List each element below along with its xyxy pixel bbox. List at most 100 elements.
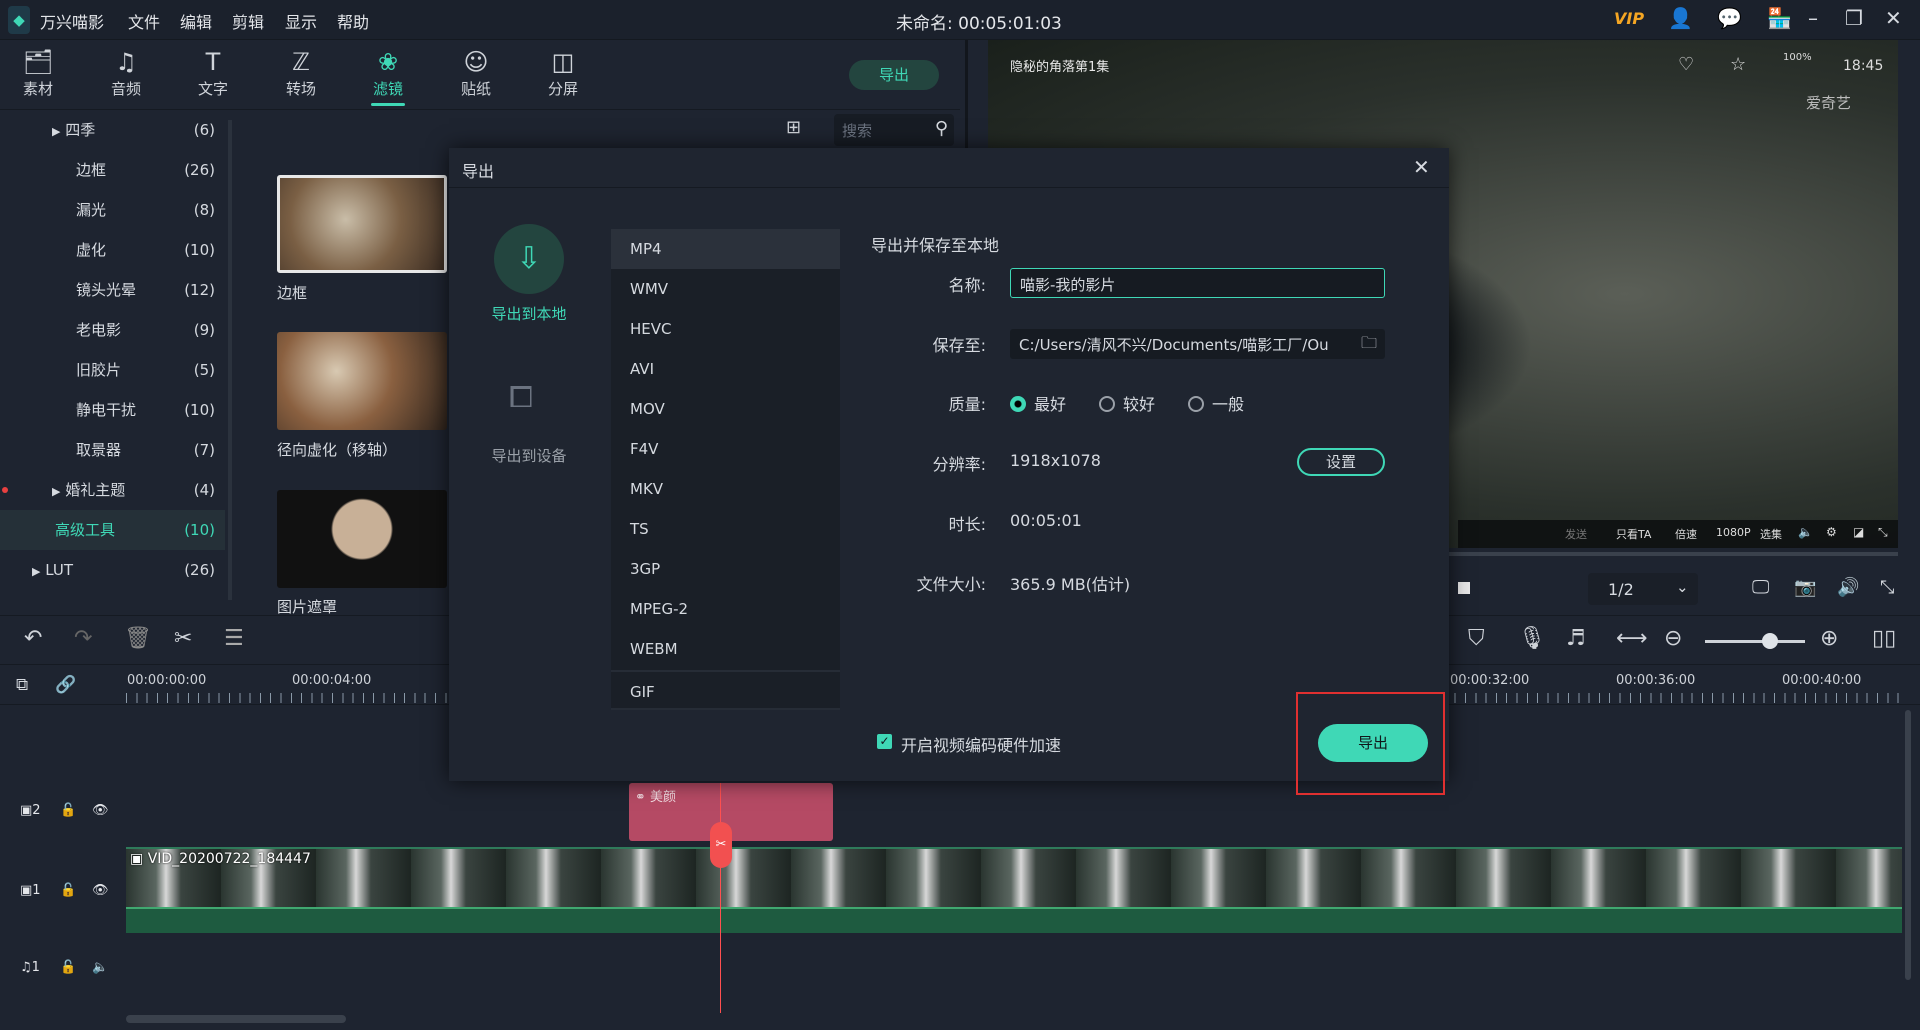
folder-icon[interactable]: 🗀 — [1361, 332, 1378, 359]
category-item[interactable]: 旧胶片 (5) — [0, 350, 225, 390]
vip-badge[interactable]: VIP — [1614, 9, 1644, 28]
tool-media[interactable]: 🗂 素材 — [8, 46, 68, 99]
playhead[interactable] — [720, 783, 721, 1013]
cut-icon[interactable]: ✂ — [174, 626, 192, 651]
marker-icon[interactable]: ⛉ — [1468, 626, 1485, 651]
export-local-tab[interactable]: 导出到本地 — [449, 303, 609, 324]
dialog-close-icon[interactable]: ✕ — [1413, 155, 1430, 179]
format-item[interactable]: HEVC — [611, 309, 840, 349]
menu-clip[interactable]: 剪辑 — [232, 9, 264, 33]
link-icon[interactable]: 🔗 — [55, 675, 76, 695]
category-wedding[interactable]: ▶ 婚礼主题 (4) — [0, 470, 225, 510]
lock-icon[interactable]: 🔓 — [60, 803, 76, 818]
quality-normal-radio[interactable]: 一般 — [1188, 391, 1244, 415]
audio-waveform[interactable] — [126, 907, 1902, 933]
category-item[interactable]: 老电影 (9) — [0, 310, 225, 350]
zoom-slider[interactable] — [1705, 640, 1805, 643]
format-item[interactable]: TS — [611, 509, 840, 549]
filter-thumb[interactable] — [277, 332, 447, 430]
menu-file[interactable]: 文件 — [128, 9, 160, 33]
category-advanced-tools[interactable]: 高级工具 (10) — [0, 510, 225, 550]
stop-icon[interactable] — [1458, 582, 1470, 594]
tool-text[interactable]: T 文字 — [183, 46, 243, 99]
format-item[interactable]: MOV — [611, 389, 840, 429]
tool-audio[interactable]: ♫ 音频 — [96, 46, 156, 99]
hw-accel-checkbox[interactable]: ✓ — [877, 734, 892, 749]
lock-icon[interactable]: 🔓 — [60, 960, 76, 975]
tool-sticker[interactable]: ☺ 贴纸 — [446, 46, 506, 99]
scrollbar[interactable] — [228, 120, 232, 600]
eye-icon[interactable]: 👁 — [92, 883, 109, 898]
fullscreen-icon[interactable]: ⤡ — [1880, 577, 1894, 598]
format-item[interactable]: MPEG-2 — [611, 589, 840, 629]
undo-icon[interactable]: ↶ — [24, 626, 42, 651]
zoom-out-icon[interactable]: ⊖ — [1664, 626, 1682, 651]
page-select[interactable]: 1/2 ⌄ — [1588, 573, 1698, 605]
display-icon[interactable]: 🖵 — [1752, 577, 1769, 598]
timeline-scrollbar[interactable] — [126, 1015, 346, 1023]
redo-icon[interactable]: ↷ — [74, 626, 92, 651]
radio-selected[interactable] — [1010, 396, 1026, 412]
delete-icon[interactable]: 🗑 — [124, 626, 152, 651]
layout-icon[interactable]: ▯▯ — [1872, 626, 1896, 651]
category-seasons[interactable]: ▶ 四季 (6) — [0, 110, 225, 150]
category-item[interactable]: 边框 (26) — [0, 150, 225, 190]
adjust-icon[interactable]: ☰ — [224, 626, 244, 651]
search-box[interactable]: 搜索 ⚲ — [834, 114, 954, 146]
restore-icon[interactable]: ❐ — [1845, 6, 1863, 30]
lock-icon[interactable]: 🔓 — [60, 883, 76, 898]
quality-best-radio[interactable]: 最好 — [1010, 391, 1066, 415]
device-icon[interactable]: ⧠ — [509, 380, 533, 415]
category-item[interactable]: 镜头光晕 (12) — [0, 270, 225, 310]
speaker-icon[interactable]: 🔈 — [92, 960, 108, 975]
snapshot-icon[interactable]: 📷 — [1794, 577, 1816, 598]
category-lut[interactable]: ▶ LUT (26) — [0, 550, 225, 590]
tracks-scrollbar[interactable] — [1905, 710, 1911, 980]
format-item[interactable]: GIF — [611, 670, 840, 710]
name-input[interactable]: 喵影-我的影片 — [1010, 268, 1385, 298]
category-item[interactable]: 虚化 (10) — [0, 230, 225, 270]
settings-button[interactable]: 设置 — [1297, 448, 1385, 476]
tool-transition[interactable]: ℤ 转场 — [271, 46, 331, 99]
export-device-tab[interactable]: 导出到设备 — [449, 445, 609, 466]
minimize-icon[interactable]: – — [1808, 6, 1818, 30]
format-item[interactable]: 3GP — [611, 549, 840, 589]
filter-thumb[interactable] — [277, 490, 447, 588]
export-local-icon[interactable]: ⇩ — [494, 224, 564, 294]
format-item[interactable]: AVI — [611, 349, 840, 389]
store-icon[interactable]: 🏪 — [1767, 6, 1792, 30]
user-icon[interactable]: 👤 — [1668, 6, 1693, 30]
music-list-icon[interactable]: ♬ — [1566, 626, 1586, 651]
filter-thumb[interactable] — [277, 175, 447, 273]
video-clip[interactable]: ▣ VID_20200722_184447 — [126, 847, 1902, 907]
format-item[interactable]: F4V — [611, 429, 840, 469]
fit-icon[interactable]: ⟷ — [1616, 626, 1648, 651]
save-path-field[interactable]: C:/Users/清风不兴/Documents/喵影工厂/Ou — [1010, 329, 1385, 359]
message-icon[interactable]: 💬 — [1717, 6, 1742, 30]
add-track-icon[interactable]: ⧉ — [16, 675, 28, 695]
eye-icon[interactable]: 👁 — [92, 803, 109, 818]
zoom-in-icon[interactable]: ⊕ — [1820, 626, 1838, 651]
export-button[interactable]: 导出 — [1318, 724, 1428, 762]
format-item[interactable]: WMV — [611, 269, 840, 309]
menu-help[interactable]: 帮助 — [337, 9, 369, 33]
search-icon[interactable]: ⚲ — [935, 118, 948, 139]
search-input[interactable]: 搜索 — [842, 120, 872, 141]
grid-view-icon[interactable]: ⊞ — [786, 117, 801, 138]
zoom-slider-handle[interactable] — [1762, 633, 1778, 649]
close-icon[interactable]: ✕ — [1885, 6, 1902, 30]
menu-edit[interactable]: 编辑 — [180, 9, 212, 33]
format-item[interactable]: MKV — [611, 469, 840, 509]
menu-view[interactable]: 显示 — [285, 9, 317, 33]
tool-splitscreen[interactable]: ◫ 分屏 — [533, 46, 593, 99]
category-item[interactable]: 静电干扰 (10) — [0, 390, 225, 430]
format-mp4[interactable]: MP4 — [611, 229, 840, 269]
format-item[interactable]: WEBM — [611, 629, 840, 669]
radio[interactable] — [1188, 396, 1204, 412]
quality-better-radio[interactable]: 较好 — [1099, 391, 1155, 415]
category-item[interactable]: 取景器 (7) — [0, 430, 225, 470]
volume-icon[interactable]: 🔊 — [1837, 577, 1859, 598]
mic-icon[interactable]: 🎙 — [1518, 626, 1546, 651]
category-item[interactable]: 漏光 (8) — [0, 190, 225, 230]
radio[interactable] — [1099, 396, 1115, 412]
